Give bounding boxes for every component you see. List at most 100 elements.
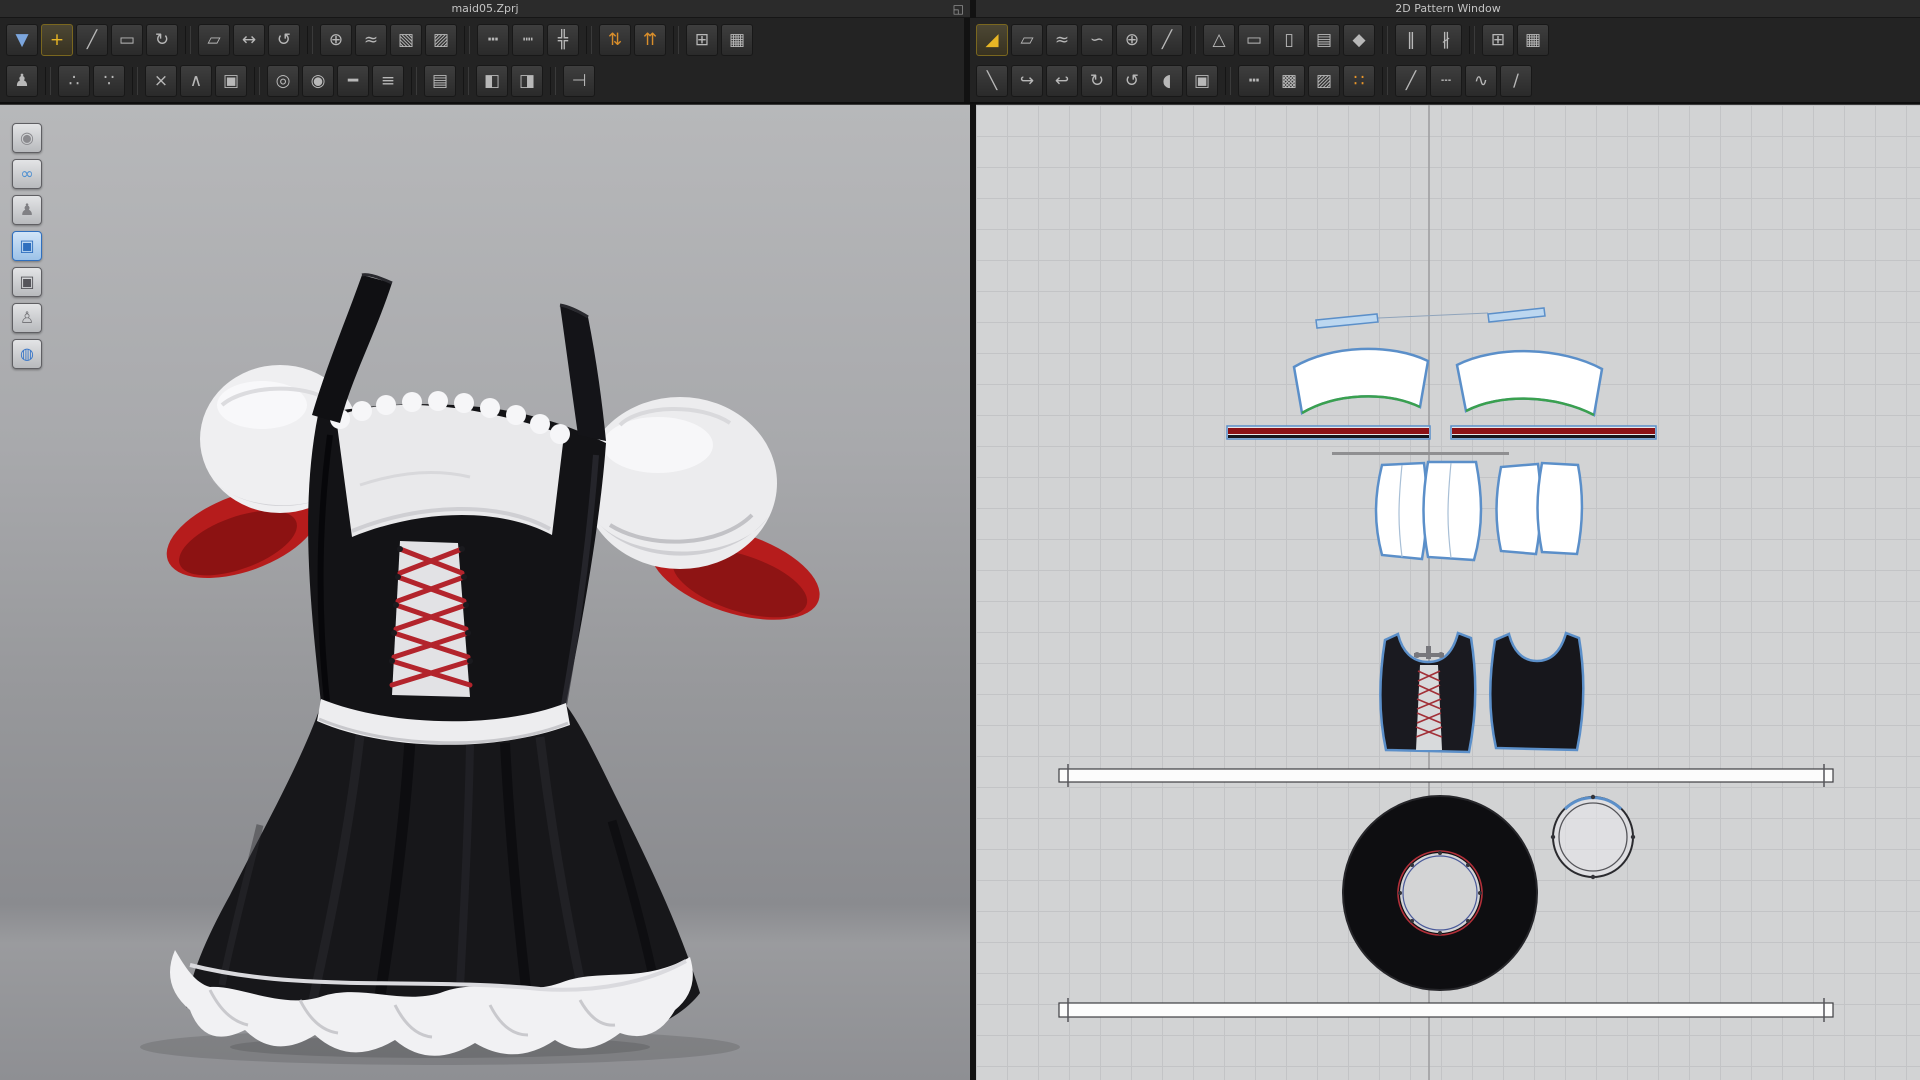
right-puff-sleeve[interactable] (583, 397, 831, 638)
viewport-3d[interactable]: ◉ ∞ ♟ ▣ ▣ ♙ ◍ (0, 104, 970, 1080)
show-garment-box-icon[interactable]: ▣ (215, 64, 247, 97)
box-select-icon[interactable]: ▭ (111, 23, 143, 56)
show-garment-2d-icon[interactable]: ▣ (1186, 64, 1218, 97)
free-sewing-2d-icon[interactable]: ┅ (1238, 64, 1270, 97)
transform-pattern-icon[interactable]: ◢ (976, 23, 1008, 56)
toolbar-separator (254, 66, 260, 95)
rotate-cw-icon[interactable]: ↻ (1081, 64, 1113, 97)
folder-pattern-icon[interactable]: ▤ (1308, 23, 1340, 56)
edit-sewing-icon[interactable]: ╲ (976, 64, 1008, 97)
corset-panel-patterns[interactable] (1374, 460, 1584, 562)
titlebar-2d-pattern-window[interactable]: 2D Pattern Window (976, 0, 1920, 18)
pattern-window-title: 2D Pattern Window (1395, 2, 1501, 15)
fold-arrangement-icon[interactable]: ⇅ (599, 23, 631, 56)
select-pen-icon[interactable]: ╱ (76, 23, 108, 56)
segment-sewing-icon[interactable]: ┅ (477, 23, 509, 56)
pattern-outline-icon[interactable]: ▨ (425, 23, 457, 56)
pattern-table-2d-icon[interactable]: ▦ (1517, 23, 1549, 56)
flatten-right-icon[interactable]: ◨ (511, 64, 543, 97)
toolbar-separator (463, 66, 469, 95)
grading-icon[interactable]: ∷ (1343, 64, 1375, 97)
toolbar-2d-row2: ╲ ↪ ↩ ↻ ↺ ◖ ▣ ┅ ▩ ▨ ∷ ╱ ┄ ∿ ∕ (976, 60, 1914, 101)
bodice-front-pattern[interactable] (1379, 631, 1477, 754)
move-sewing-icon[interactable]: ↪ (1011, 64, 1043, 97)
buttonhole-tool-icon[interactable]: ━ (337, 64, 369, 97)
hem-ruffle-strip-pattern[interactable] (1058, 998, 1834, 1022)
toolbar-separator (1382, 66, 1388, 95)
viewport-2d-pattern[interactable] (976, 104, 1920, 1080)
select-move-icon[interactable]: + (41, 23, 73, 56)
tape-measure-icon[interactable]: ▤ (424, 64, 456, 97)
show-mesh-icon[interactable]: ▣ (12, 267, 42, 297)
strap-patterns[interactable] (1315, 307, 1546, 329)
viewport-display-toolbar: ◉ ∞ ♟ ▣ ▣ ♙ ◍ (12, 123, 42, 369)
move-pattern-icon[interactable]: ↔ (233, 23, 265, 56)
avatar-silhouette-icon[interactable]: ♙ (12, 303, 42, 333)
show-grid-icon[interactable]: ⊞ (686, 23, 718, 56)
fabric-pattern-b-icon[interactable]: ▨ (1308, 64, 1340, 97)
arrangement-move-icon[interactable]: ∵ (93, 64, 125, 97)
edit-curve-point-icon[interactable]: ∽ (1081, 23, 1113, 56)
polygon-pattern-icon[interactable]: △ (1203, 23, 1235, 56)
arrangement-spheres-icon[interactable]: ∞ (12, 159, 42, 189)
show-grid-2d-icon[interactable]: ⊞ (1482, 23, 1514, 56)
pattern-pieces-canvas[interactable] (976, 105, 1920, 1080)
show-garment-icon[interactable]: ▣ (12, 231, 42, 261)
avatar-display-icon[interactable]: ♟ (6, 64, 38, 97)
show-avatar-icon[interactable]: ♟ (12, 195, 42, 225)
toolbar-separator (673, 25, 679, 54)
add-segment-icon[interactable]: ╱ (1151, 23, 1183, 56)
mn-sewing-icon[interactable]: ╬ (547, 23, 579, 56)
toolbar-zone: ▼ + ╱ ▭ ↻ ▱ ↔ ↺ ⊕ ≈ ▧ ▨ ┅ ┉ ╬ ⇅ ⇈ ⊞ ▦ ♟ ∴ ∵ × ∧ ▣ ◎ ◉ ━ ≡ ▤ ◧ ◨ ⊣ ◢ ▱ ≈ ∽ ⊕… (0, 18, 1920, 104)
dashed-line-tool-icon[interactable]: ┄ (1430, 64, 1462, 97)
show-environment-icon[interactable]: ◍ (12, 339, 42, 369)
blouse-chest[interactable] (330, 391, 570, 537)
rotate-ccw-icon[interactable]: ↺ (1116, 64, 1148, 97)
rectangle-pattern-icon[interactable]: ▭ (1238, 23, 1270, 56)
zipper-tool-icon[interactable]: ≡ (372, 64, 404, 97)
button-tool-icon[interactable]: ◉ (302, 64, 334, 97)
pin-tool-icon[interactable]: ⊣ (563, 64, 595, 97)
flatten-left-icon[interactable]: ◧ (476, 64, 508, 97)
edit-curve-icon[interactable]: ≈ (355, 23, 387, 56)
bodice-back-pattern[interactable] (1489, 631, 1585, 752)
shield-validate-icon[interactable]: ◆ (1343, 23, 1375, 56)
trim-strip-patterns[interactable] (1226, 425, 1657, 455)
garment-3d-render[interactable] (0, 105, 970, 1080)
line-tool-icon[interactable]: ╱ (1395, 64, 1427, 97)
chest-band-patterns[interactable] (1292, 347, 1604, 417)
toolbar-separator (586, 25, 592, 54)
guide-strip (1332, 452, 1509, 455)
toolbar-separator (1382, 25, 1388, 54)
arrangement-points-icon[interactable]: ∴ (58, 64, 90, 97)
simulate-icon[interactable]: ▼ (6, 23, 38, 56)
pose-edit-icon[interactable]: ∧ (180, 64, 212, 97)
float-window-icon[interactable]: ◱ (953, 1, 964, 17)
cuff-circle-pattern[interactable] (1550, 794, 1636, 880)
circle-skirt-pattern[interactable] (1342, 795, 1538, 991)
free-sewing-icon[interactable]: ┉ (512, 23, 544, 56)
add-point-2d-icon[interactable]: ⊕ (1116, 23, 1148, 56)
sewing-cursor-icon[interactable]: ◎ (267, 64, 299, 97)
add-point-icon[interactable]: ⊕ (320, 23, 352, 56)
pleats-fold-icon[interactable]: ‖ (1395, 23, 1427, 56)
titlebar-3d-window[interactable]: maid05.Zprj ◱ (0, 0, 970, 18)
edit-pattern-icon[interactable]: ▱ (198, 23, 230, 56)
edit-curvature-icon[interactable]: ≈ (1046, 23, 1078, 56)
edit-pattern-2d-icon[interactable]: ▱ (1011, 23, 1043, 56)
document-new-icon[interactable]: ▯ (1273, 23, 1305, 56)
pattern-table-icon[interactable]: ▦ (721, 23, 753, 56)
waist-strip-pattern[interactable] (1058, 764, 1834, 787)
rotate-pattern-icon[interactable]: ↺ (268, 23, 300, 56)
fold-strengthen-icon[interactable]: ⇈ (634, 23, 666, 56)
fabric-pattern-a-icon[interactable]: ▩ (1273, 64, 1305, 97)
notch-tool-icon[interactable]: ∕ (1500, 64, 1532, 97)
curve-line-tool-icon[interactable]: ∿ (1465, 64, 1497, 97)
steam-iron-icon[interactable]: ◖ (1151, 64, 1183, 97)
pose-reset-icon[interactable]: × (145, 64, 177, 97)
transform-garment-icon[interactable]: ↻ (146, 23, 178, 56)
render-view-icon[interactable]: ◉ (12, 123, 42, 153)
edit-texture-icon[interactable]: ▧ (390, 23, 422, 56)
detach-sewing-icon[interactable]: ↩ (1046, 64, 1078, 97)
pleats-sew-icon[interactable]: ∦ (1430, 23, 1462, 56)
